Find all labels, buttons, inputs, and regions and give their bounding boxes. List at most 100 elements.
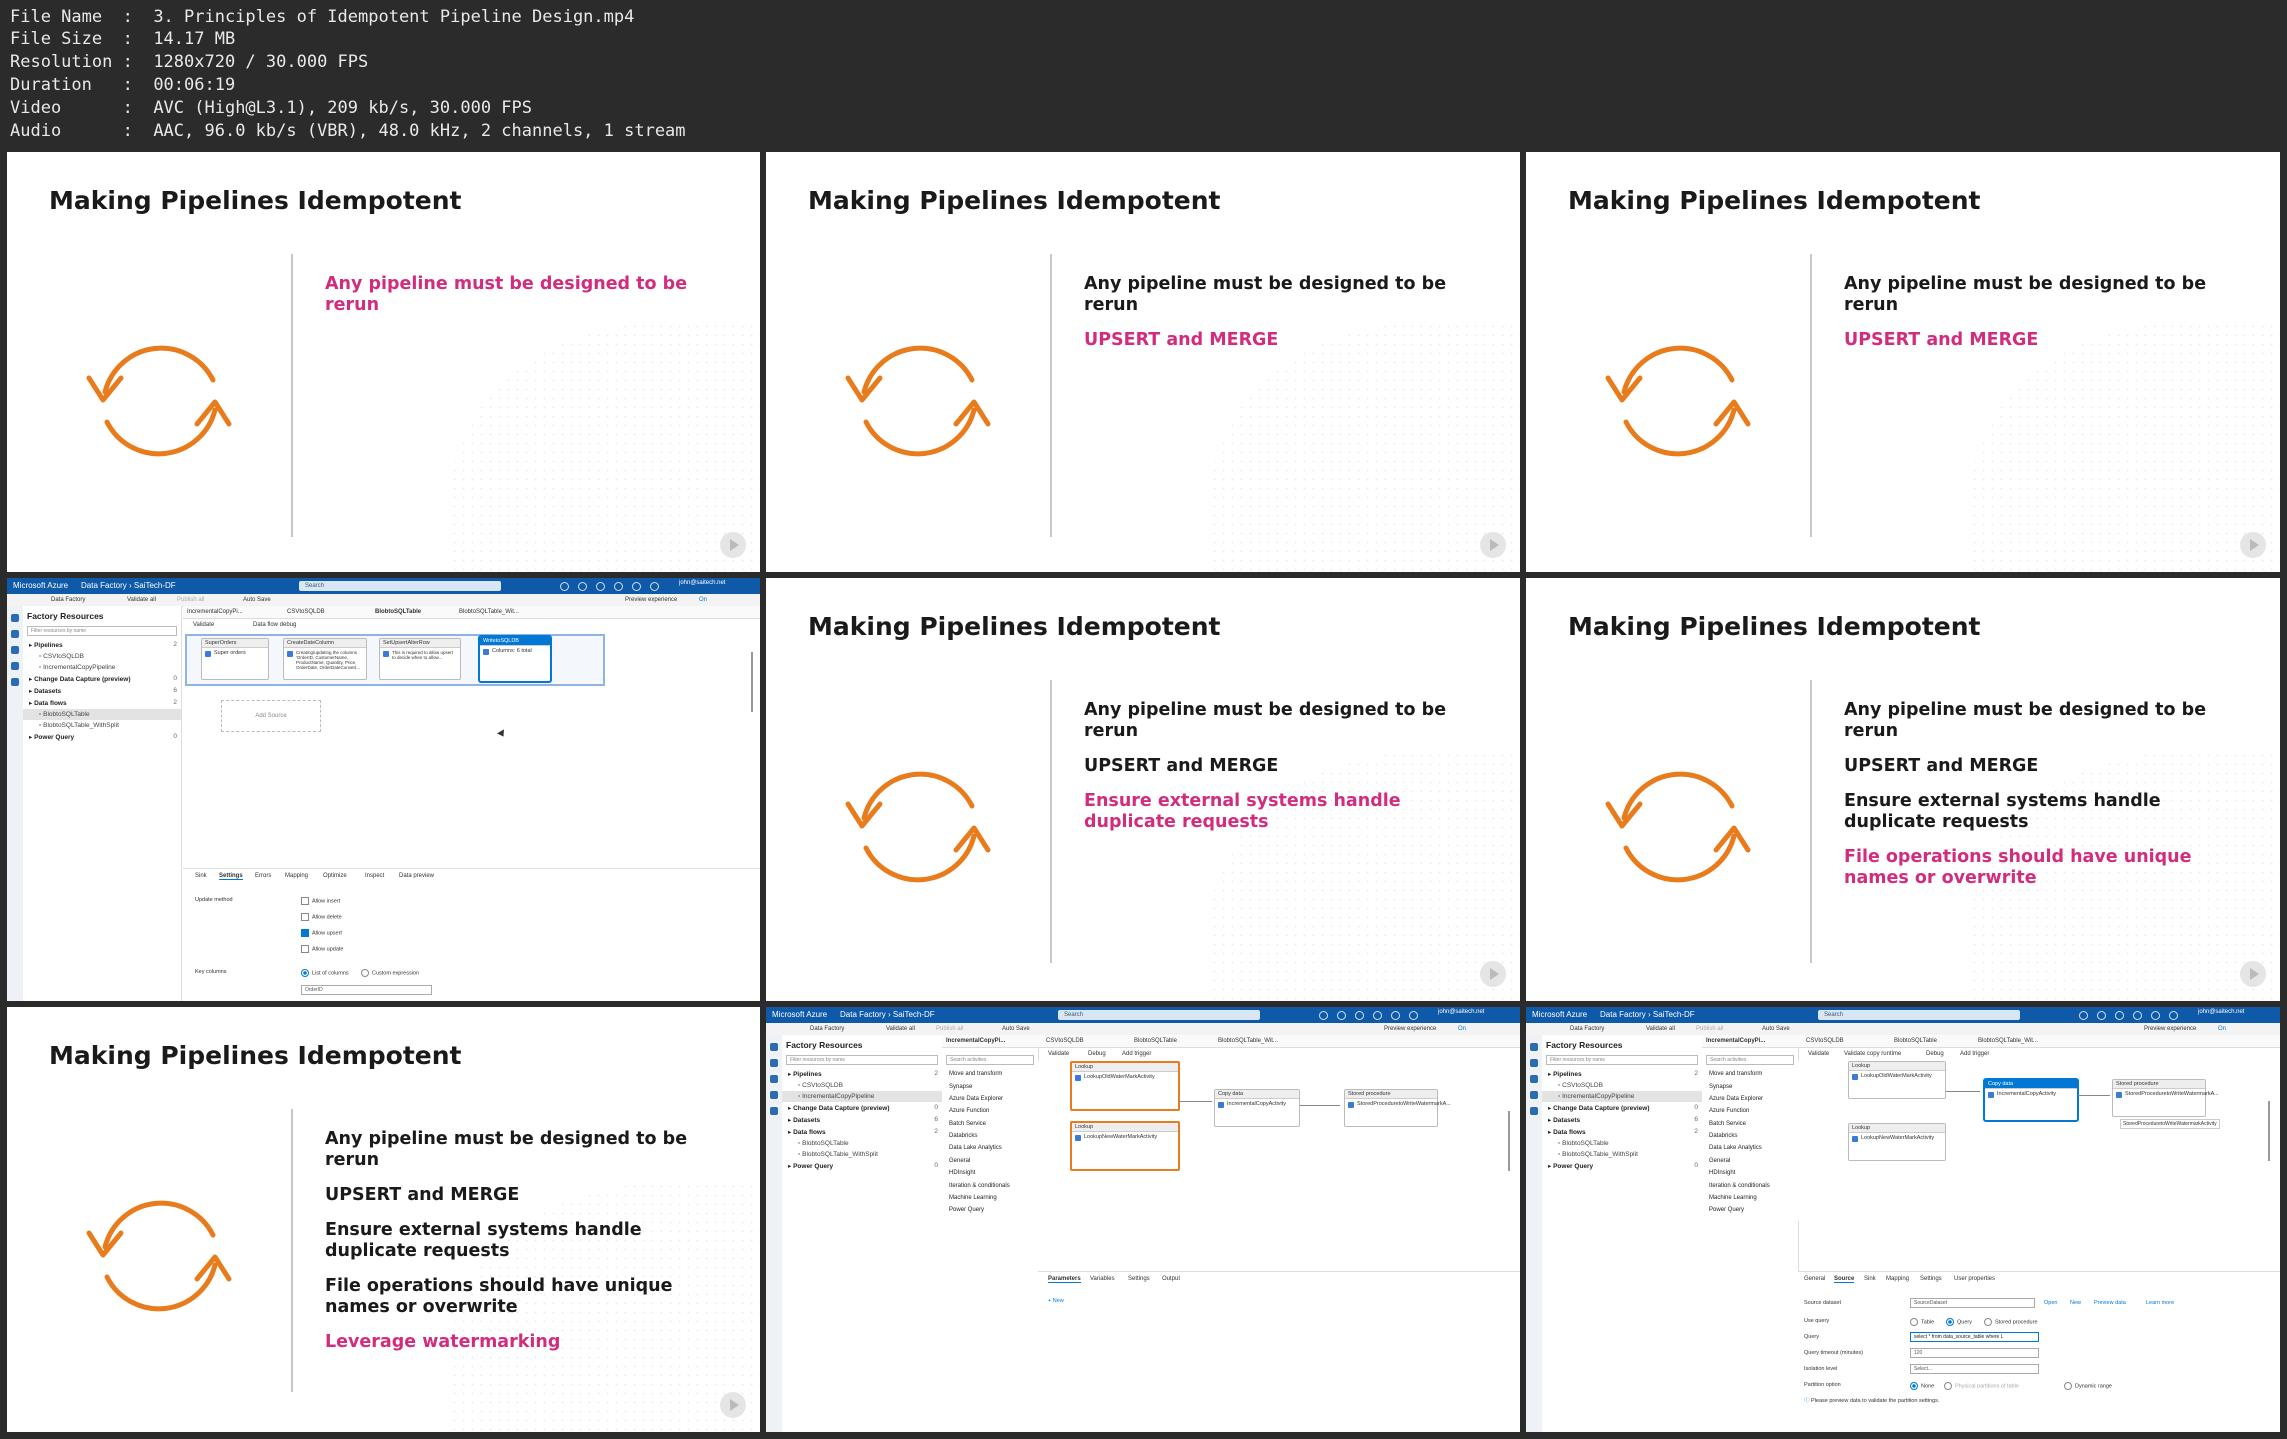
play-icon[interactable] [1480,532,1506,558]
author-icon[interactable] [770,1059,778,1067]
tab-blobtosqltable[interactable]: BlobtoSQLTable [1134,1035,1177,1047]
option-allow-update[interactable]: Allow update [301,945,344,953]
resource-group[interactable]: ▸ Change Data Capture (preview) 0 [23,673,181,685]
notification-icon[interactable] [1319,1011,1328,1020]
resource-item[interactable]: ▫ BlobtoSQLTable_WithSplit [782,1149,942,1160]
manage-icon[interactable] [770,1091,778,1099]
tab-incremental[interactable]: IncrementalCopyPi... [946,1035,1005,1047]
filter-input[interactable]: Filter resources by name [27,626,177,636]
source-node[interactable]: SuperOrders Super orders [201,638,269,680]
activity-category[interactable]: Azure Data Explorer [1702,1093,1798,1105]
tab-output[interactable]: Output [1162,1276,1180,1282]
tab-parameters[interactable]: Parameters [1048,1276,1081,1283]
dataflow-canvas[interactable]: SuperOrders Super orders CreateDateColumn… [183,632,760,868]
help-icon[interactable] [1391,1011,1400,1020]
tab-settings[interactable]: Settings [219,873,243,880]
resource-item[interactable]: ▫ IncrementalCopyPipeline [782,1091,942,1102]
tab-sink[interactable]: Sink [195,873,207,879]
monitor-icon[interactable] [770,1075,778,1083]
checkbox[interactable] [301,897,309,905]
activity-category[interactable]: Data Lake Analytics [942,1142,1038,1154]
use-query-sp-radio[interactable]: Stored procedure [1984,1318,2038,1326]
author-icon[interactable] [11,630,19,638]
key-columns-expression-radio[interactable]: Custom expression [361,969,419,977]
monitor-icon[interactable] [1530,1075,1538,1083]
resource-group[interactable]: ▸ Datasets 6 [23,685,181,697]
resource-group[interactable]: ▸ Pipelines 2 [23,639,181,651]
help-icon[interactable] [632,582,641,591]
monitor-icon[interactable] [11,646,19,654]
learn-more-link[interactable]: Learn more [2146,1300,2174,1306]
breadcrumb[interactable]: Data Factory › SaiTech-DF [81,578,176,594]
lookup-new-watermark-node[interactable]: Lookup LookupNewWaterMarkActivity [1848,1123,1946,1161]
learn-icon[interactable] [1530,1107,1538,1115]
debug-button[interactable]: Debug [1926,1049,1944,1059]
new-parameter-button[interactable]: + New [1048,1298,1064,1304]
publish-all-button[interactable]: Publish all [177,594,204,606]
auto-save-toggle[interactable]: Auto Save [1002,1023,1030,1035]
preview-toggle[interactable]: On [2218,1023,2226,1035]
publish-all-button[interactable]: Publish all [936,1023,963,1035]
home-icon[interactable] [770,1043,778,1051]
resource-item[interactable]: ▫ CSVtoSQLDB [782,1080,942,1091]
option-allow-delete[interactable]: Allow delete [301,913,342,921]
activities-search[interactable]: Search activities [946,1055,1034,1065]
checkbox[interactable] [301,945,309,953]
activity-category[interactable]: Azure Data Explorer [942,1093,1038,1105]
auto-save-toggle[interactable]: Auto Save [1762,1023,1790,1035]
tab-mapping[interactable]: Mapping [1886,1276,1909,1282]
validate-copy-runtime-button[interactable]: Validate copy runtime [1844,1049,1901,1059]
learn-icon[interactable] [11,678,19,686]
validate-button[interactable]: Validate [1048,1049,1069,1059]
tab-settings[interactable]: Settings [1128,1276,1150,1282]
tab-settings[interactable]: Settings [1920,1276,1942,1282]
key-column-select[interactable]: OrderID [301,985,432,995]
resource-item[interactable]: ▫ CSVtoSQLDB [23,651,181,662]
home-icon[interactable] [11,614,19,622]
breadcrumb[interactable]: Data Factory › SaiTech-DF [840,1007,935,1023]
activity-category[interactable]: Azure Function [1702,1105,1798,1117]
resource-group[interactable]: ▸ Datasets 6 [1542,1114,1702,1126]
tab-sink[interactable]: Sink [1864,1276,1876,1282]
sink-node[interactable]: WritetoSQLDB Columns: 6 total [479,636,551,682]
resource-item[interactable]: ▫ BlobtoSQLTable [23,709,181,720]
search-input[interactable]: Search [299,581,501,591]
open-dataset-link[interactable]: Open [2044,1300,2057,1306]
copy-data-node[interactable]: Copy data IncrementalCopyActivity [1984,1079,2078,1121]
manage-icon[interactable] [11,662,19,670]
resource-group[interactable]: ▸ Pipelines 2 [782,1068,942,1080]
resource-item[interactable]: ▫ BlobtoSQLTable_WithSplit [23,720,181,731]
option-allow-upsert[interactable]: Allow upsert [301,929,342,937]
resource-group[interactable]: ▸ Datasets 6 [782,1114,942,1126]
debug-button[interactable]: Debug [1088,1049,1106,1059]
activity-category[interactable]: Batch Service [1702,1118,1798,1130]
breadcrumb[interactable]: Data Factory › SaiTech-DF [1600,1007,1695,1023]
tab-optimize[interactable]: Optimize [323,873,347,879]
feedback-icon[interactable] [1409,1011,1418,1020]
author-icon[interactable] [1530,1059,1538,1067]
activity-category[interactable]: HDInsight [942,1167,1038,1179]
stored-procedure-node[interactable]: Stored procedure StoredProceduretoWriteWa… [2112,1079,2219,1117]
toolbar-data-factory[interactable]: Data Factory [1570,1023,1604,1035]
stored-procedure-node[interactable]: Stored procedure StoredProceduretoWriteWa… [1344,1089,1451,1127]
preview-toggle[interactable]: On [1458,1023,1466,1035]
validate-all-button[interactable]: Validate all [127,594,156,606]
validate-all-button[interactable]: Validate all [886,1023,915,1035]
activity-category[interactable]: Iteration & conditionals [1702,1179,1798,1191]
resource-group[interactable]: ▸ Pipelines 2 [1542,1068,1702,1080]
cloudshell-icon[interactable] [2097,1011,2106,1020]
auto-save-toggle[interactable]: Auto Save [243,594,271,606]
tab-general[interactable]: General [1804,1276,1825,1282]
tab-blobtosqltable-withsplit[interactable]: BlobtoSQLTable_Wit... [1218,1035,1278,1047]
feedback-icon[interactable] [2169,1011,2178,1020]
query-input[interactable]: select * from data_source_table where L [1910,1332,2039,1342]
resource-item[interactable]: ▫ BlobtoSQLTable [1542,1138,1702,1149]
resource-item[interactable]: ▫ IncrementalCopyPipeline [23,662,181,673]
user-account[interactable]: john@saitech.net [2198,1008,2244,1017]
resource-group[interactable]: ▸ Data flows 2 [23,697,181,709]
add-trigger-button[interactable]: Add trigger [1960,1049,1989,1059]
preview-toggle[interactable]: On [699,594,707,606]
play-icon[interactable] [720,1392,746,1418]
activity-category[interactable]: Databricks [942,1130,1038,1142]
cloudshell-icon[interactable] [1337,1011,1346,1020]
